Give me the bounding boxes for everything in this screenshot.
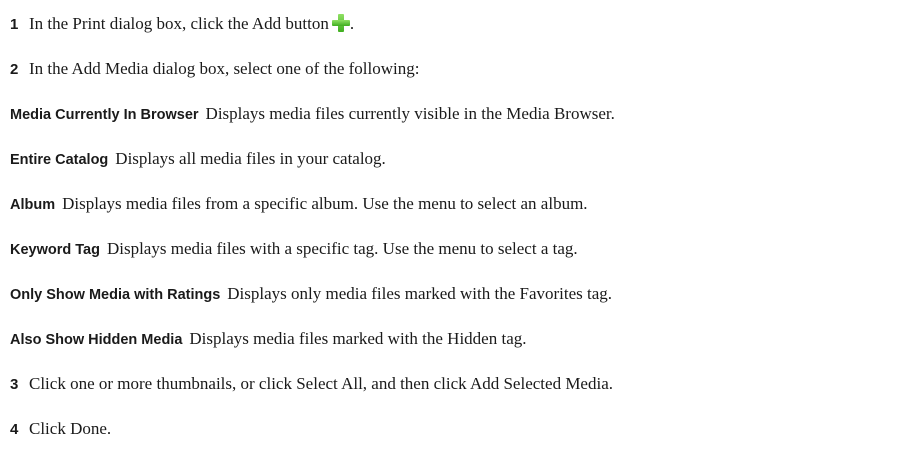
option-description: Displays media files with a specific tag… xyxy=(106,239,578,258)
step-number: 3 xyxy=(10,376,19,393)
option-entire-catalog: Entire Catalog Displays all media files i… xyxy=(10,148,386,171)
step-text: Click Done. xyxy=(29,419,112,438)
option-description: Displays media files marked with the Hid… xyxy=(189,329,527,348)
option-keyword-tag: Keyword Tag Displays media files with a s… xyxy=(10,238,578,261)
option-term: Media Currently In Browser xyxy=(10,107,199,123)
option-description: Displays all media files in your catalog… xyxy=(115,149,386,168)
step-number: 1 xyxy=(10,16,19,33)
step-text: In the Add Media dialog box, select one … xyxy=(29,59,420,78)
option-term: Also Show Hidden Media xyxy=(10,332,183,348)
option-media-currently-in-browser: Media Currently In Browser Displays media… xyxy=(10,103,615,126)
step-2: 2 In the Add Media dialog box, select one… xyxy=(10,58,419,81)
step-text-end: . xyxy=(349,14,355,33)
step-1: 1 In the Print dialog box, click the Add … xyxy=(10,13,354,36)
option-term: Album xyxy=(10,197,56,213)
option-term: Entire Catalog xyxy=(10,152,109,168)
option-term: Only Show Media with Ratings xyxy=(10,287,221,303)
step-text: In the Print dialog box, click the Add b… xyxy=(29,14,329,33)
option-only-show-media-with-ratings: Only Show Media with Ratings Displays onl… xyxy=(10,283,612,306)
option-description: Displays media files from a specific alb… xyxy=(62,194,588,213)
option-album: Album Displays media files from a specifi… xyxy=(10,193,588,216)
option-description: Displays media files currently visible i… xyxy=(205,104,615,123)
step-number: 2 xyxy=(10,61,19,78)
option-description: Displays only media files marked with th… xyxy=(227,284,613,303)
option-term: Keyword Tag xyxy=(10,242,100,258)
option-also-show-hidden-media: Also Show Hidden Media Displays media fil… xyxy=(10,328,527,351)
step-number: 4 xyxy=(10,421,19,438)
step-3: 3 Click one or more thumbnails, or click … xyxy=(10,373,613,396)
step-text: Click one or more thumbnails, or click S… xyxy=(29,374,613,393)
step-4: 4 Click Done. xyxy=(10,418,111,441)
plus-icon xyxy=(331,14,350,32)
